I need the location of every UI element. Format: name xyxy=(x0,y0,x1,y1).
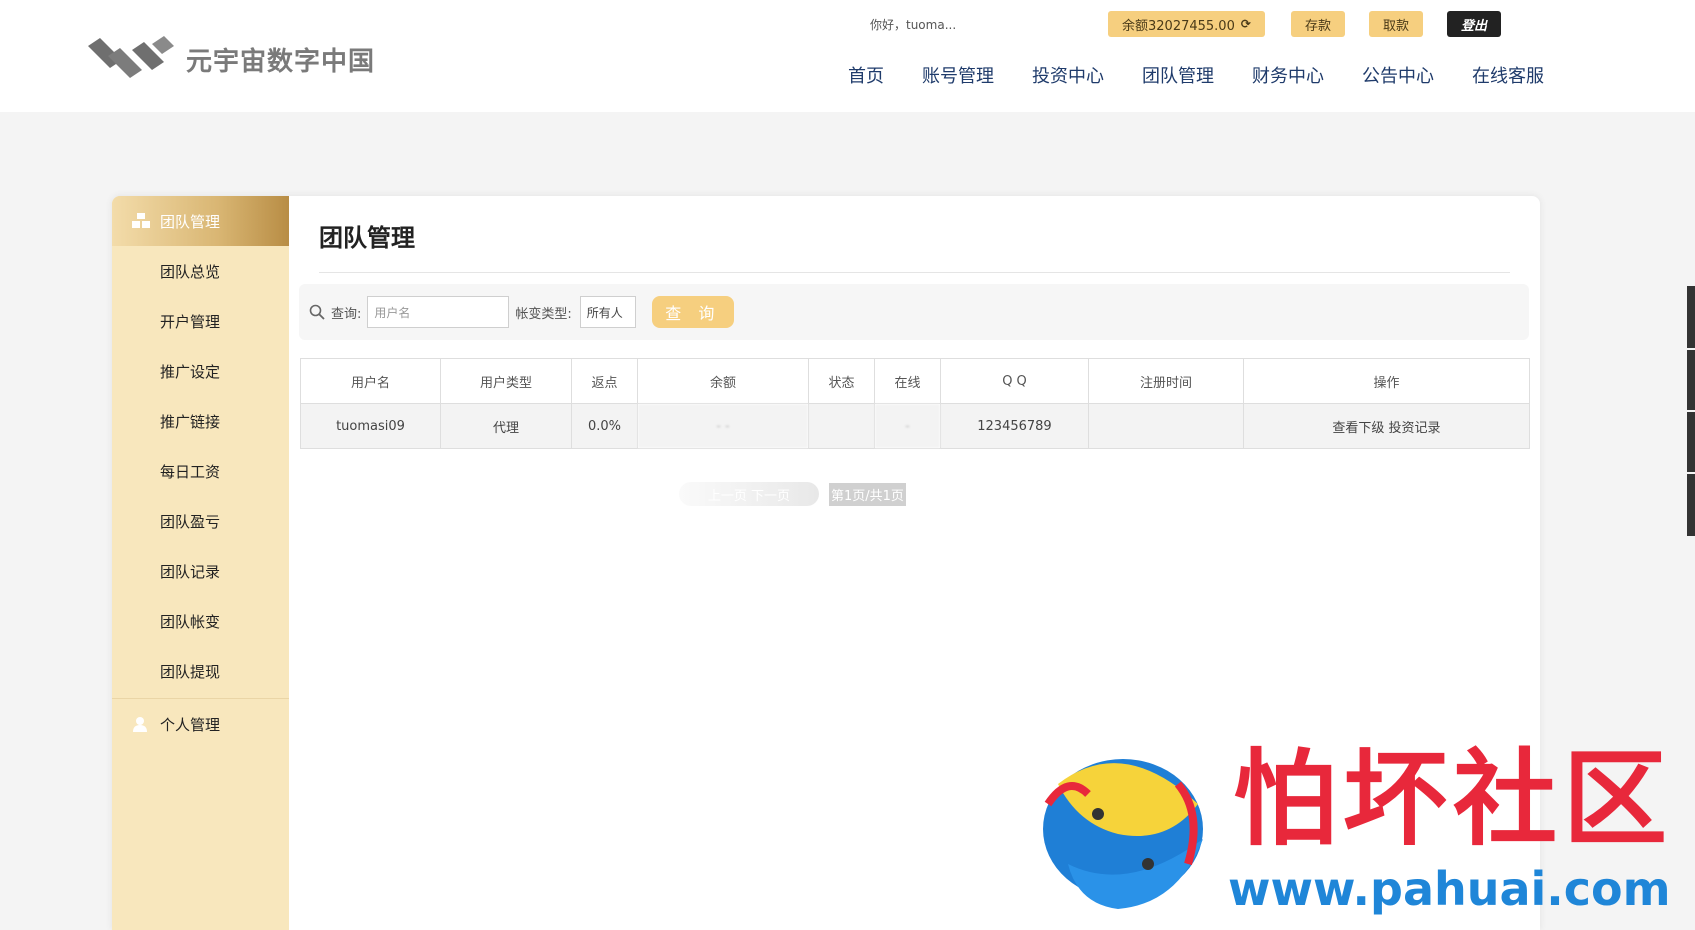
title-divider xyxy=(319,272,1510,273)
nav-team[interactable]: 团队管理 xyxy=(1142,62,1214,88)
fish-logo-icon xyxy=(1043,759,1203,909)
ledger-type-select[interactable]: 所有人 xyxy=(579,296,636,328)
search-icon xyxy=(309,304,325,320)
sidebar-item-promo-link[interactable]: 推广链接 xyxy=(112,396,289,446)
col-balance: 余额 xyxy=(637,358,809,404)
sidebar-section-label: 团队管理 xyxy=(160,212,221,231)
nav-announcement[interactable]: 公告中心 xyxy=(1362,62,1434,88)
username-input[interactable]: 用户名 xyxy=(367,296,510,328)
search-bar: 查询: 用户名 帐变类型: 所有人 查 询 xyxy=(299,284,1529,340)
col-actions: 操作 xyxy=(1243,358,1530,404)
sidebar-section-personal[interactable]: 个人管理 xyxy=(112,699,289,749)
col-reg-time: 注册时间 xyxy=(1088,358,1244,404)
sidebar-item-promo-settings[interactable]: 推广设定 xyxy=(112,346,289,396)
refresh-icon[interactable]: ⟳ xyxy=(1241,17,1251,31)
sidebar-section-team[interactable]: 团队管理 xyxy=(112,196,289,246)
col-user-type: 用户类型 xyxy=(440,358,572,404)
col-online: 在线 xyxy=(874,358,941,404)
logo-text: 元宇宙数字中国 xyxy=(186,46,376,77)
cell-balance: - - xyxy=(637,403,809,449)
nav-support[interactable]: 在线客服 xyxy=(1472,62,1544,88)
table-header-row: 用户名 用户类型 返点 余额 状态 在线 Q Q 注册时间 操作 xyxy=(300,358,1530,404)
sidebar: 团队管理 团队总览 开户管理 推广设定 推广链接 每日工资 团队盈亏 团队记录 … xyxy=(112,196,289,930)
sidebar-item-daily-wage[interactable]: 每日工资 xyxy=(112,446,289,496)
table-row: tuomasi09 代理 0.0% - - - 123456789 查看下级 投… xyxy=(300,403,1530,449)
cell-online: - xyxy=(874,403,941,449)
nav-finance[interactable]: 财务中心 xyxy=(1252,62,1324,88)
sidebar-item-overview[interactable]: 团队总览 xyxy=(112,246,289,296)
sidebar-item-team-pnl[interactable]: 团队盈亏 xyxy=(112,496,289,546)
cell-actions-links[interactable]: 查看下级 投资记录 xyxy=(1243,403,1530,449)
cell-username: tuomasi09 xyxy=(300,403,441,449)
withdraw-button[interactable]: 取款 xyxy=(1369,11,1424,37)
col-rebate: 返点 xyxy=(571,358,638,404)
main-nav: 首页 账号管理 投资中心 团队管理 财务中心 公告中心 在线客服 xyxy=(848,62,1582,88)
col-username: 用户名 xyxy=(300,358,441,404)
pagination: 上一页 下一页 第1页/共1页 xyxy=(679,482,906,506)
col-qq: Q Q xyxy=(940,358,1089,404)
page-title: 团队管理 xyxy=(319,224,415,252)
scrollbar-segment[interactable] xyxy=(1687,286,1695,348)
top-header: 元宇宙数字中国 你好，tuoma... 余额32027455.00 ⟳ 存款 取… xyxy=(0,0,1695,112)
user-greeting: 你好，tuoma... xyxy=(870,18,957,32)
logout-button[interactable]: 登出 xyxy=(1447,11,1502,37)
site-logo[interactable]: 元宇宙数字中国 xyxy=(88,36,375,82)
balance-label: 余额32027455.00 xyxy=(1122,18,1235,34)
cell-user-type: 代理 xyxy=(440,403,572,449)
sidebar-item-team-records[interactable]: 团队记录 xyxy=(112,546,289,596)
scrollbar-segment[interactable] xyxy=(1687,412,1695,472)
watermark-url-text: www.pahuai.com xyxy=(1228,862,1671,916)
sidebar-item-accounts[interactable]: 开户管理 xyxy=(112,296,289,346)
cell-reg-time xyxy=(1088,403,1244,449)
cell-rebate: 0.0% xyxy=(571,403,638,449)
pager-prev-next[interactable]: 上一页 下一页 xyxy=(679,482,819,506)
type-label: 帐变类型: xyxy=(515,306,572,322)
nav-home[interactable]: 首页 xyxy=(848,62,884,88)
pager-info: 第1页/共1页 xyxy=(829,482,906,506)
col-status: 状态 xyxy=(808,358,875,404)
cell-qq: 123456789 xyxy=(940,403,1089,449)
scrollbar-segment[interactable] xyxy=(1687,474,1695,536)
person-icon xyxy=(133,717,147,732)
cell-status xyxy=(808,403,875,449)
nav-investment[interactable]: 投资中心 xyxy=(1032,62,1104,88)
sidebar-item-team-withdraw[interactable]: 团队提现 xyxy=(112,646,289,696)
deposit-button[interactable]: 存款 xyxy=(1291,11,1346,37)
watermark: 怕坏社区 www.pahuai.com xyxy=(1028,744,1695,930)
sidebar-item-team-ledger[interactable]: 团队帐变 xyxy=(112,596,289,646)
scrollbar-segment[interactable] xyxy=(1687,350,1695,410)
balance-button[interactable]: 余额32027455.00 ⟳ xyxy=(1108,11,1265,37)
query-label: 查询: xyxy=(331,306,362,322)
team-table: 用户名 用户类型 返点 余额 状态 在线 Q Q 注册时间 操作 tuomasi… xyxy=(300,358,1530,449)
nav-account[interactable]: 账号管理 xyxy=(922,62,994,88)
team-icon xyxy=(132,213,150,228)
sidebar-personal-label: 个人管理 xyxy=(160,715,221,734)
query-button[interactable]: 查 询 xyxy=(651,296,734,328)
watermark-cn-text: 怕坏社区 xyxy=(1233,737,1674,860)
logo-mark-icon xyxy=(88,36,174,78)
